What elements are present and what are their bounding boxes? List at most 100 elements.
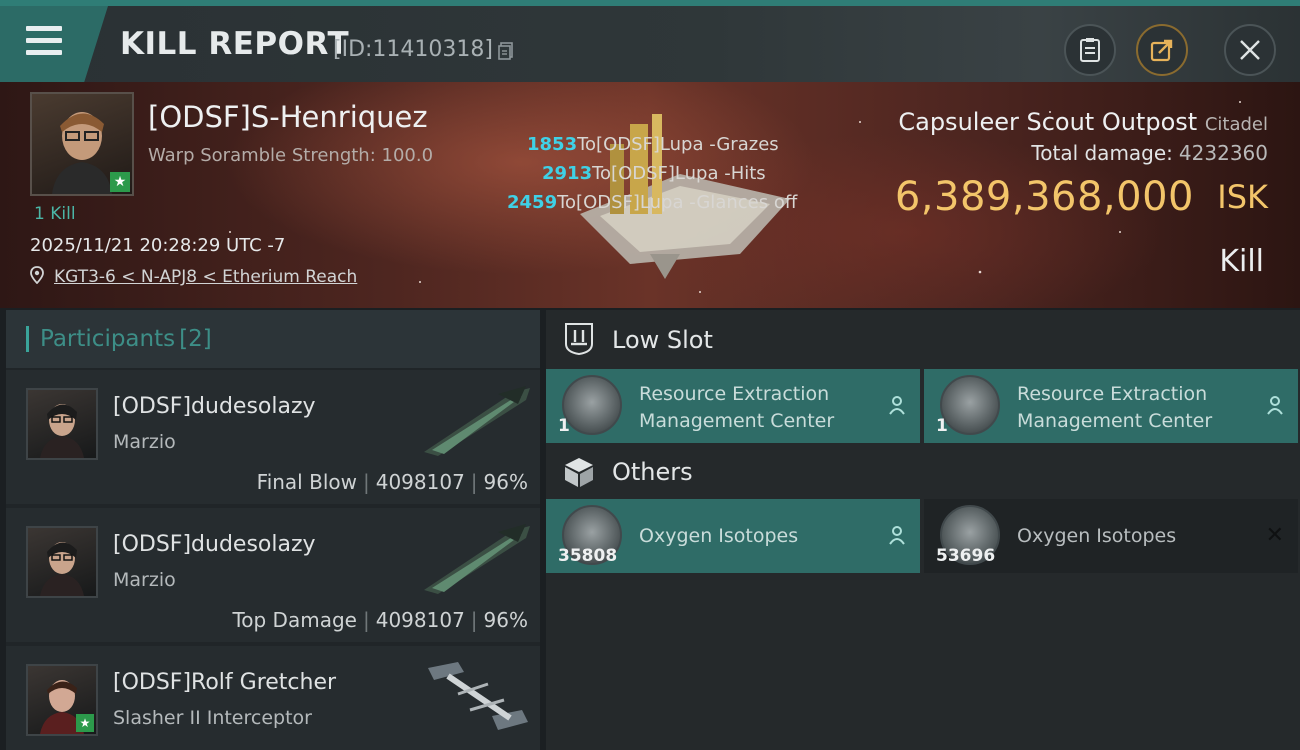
kill-banner: ★ [ODSF]S-Henriquez Warp Soramble Streng… (0, 82, 1300, 308)
avatar[interactable] (26, 388, 98, 460)
item-quantity: 35808 (558, 546, 618, 566)
avatar-image (40, 542, 84, 596)
menu-icon (26, 26, 62, 31)
participant-ship: Slasher II Interceptor (113, 707, 312, 729)
target-type: Citadel (1204, 114, 1268, 135)
separator: | (470, 608, 478, 632)
victim-name[interactable]: [ODSF]S-Henriquez (148, 100, 428, 134)
ship-image (424, 386, 530, 456)
participant-row[interactable]: [ODSF]dudesolazy Marzio Top Damage | 40981… (6, 508, 540, 642)
others-title: Others (612, 458, 693, 486)
damage-log-line: 1853To[ODSF]Lupa -Grazes (527, 134, 779, 155)
participants-panel: Participants [2] [ODSF]dudesolazy Marzio … (6, 310, 540, 750)
damage-text: To[ODSF]Lupa -Glances off (557, 192, 798, 213)
module-slot[interactable]: 1 Resource Extraction Management Center (924, 369, 1298, 443)
target-name[interactable]: Capsuleer Scout Outpost Citadel (898, 108, 1268, 136)
low-slot-title: Low Slot (612, 326, 713, 354)
pilot-icon (1267, 396, 1283, 415)
share-icon (1150, 39, 1173, 62)
module-slot[interactable]: 1 Resource Extraction Management Center (546, 369, 920, 443)
share-button[interactable] (1136, 24, 1188, 76)
module-icon (562, 375, 622, 435)
pilot-icon (889, 396, 905, 415)
menu-button[interactable] (0, 6, 108, 82)
fitting-panel: Low Slot 1 Resource Extraction Managemen… (546, 310, 1300, 750)
participants-header[interactable]: Participants [2] (6, 310, 540, 368)
clipboard-button[interactable] (1064, 24, 1116, 76)
ship-image (428, 662, 528, 730)
copy-icon[interactable] (498, 42, 514, 60)
avatar[interactable] (26, 526, 98, 598)
kill-count: 1 Kill (34, 204, 76, 224)
star-icon: ★ (76, 714, 94, 732)
item-name: Oxygen Isotopes (1017, 525, 1177, 547)
participant-row[interactable]: ★ [ODSF]Rolf Gretcher Slasher II Interce… (6, 646, 540, 750)
module-icon (940, 375, 1000, 435)
total-damage-value: 4232360 (1178, 141, 1268, 165)
participants-label: Participants [2] (40, 326, 212, 352)
victim-portrait[interactable]: ★ (30, 92, 134, 196)
location-link[interactable]: KGT3-6 < N-APJ8 < Etherium Reach (54, 267, 357, 287)
participant-percent: 96% (483, 608, 528, 632)
damage-amount: 1853 (527, 134, 578, 155)
participant-stats: Final Blow | 4098107 | 96% (257, 470, 528, 494)
clipboard-icon (1080, 38, 1100, 62)
star-icon: ★ (110, 172, 130, 192)
module-name: Resource Extraction Management Center (639, 383, 835, 432)
cargo-slot[interactable]: 35808 Oxygen Isotopes (546, 499, 920, 573)
cargo-box-icon (565, 458, 593, 487)
isk-label: ISK (1217, 178, 1268, 216)
module-quantity: 1 (936, 416, 948, 436)
participant-percent: 96% (483, 470, 528, 494)
total-damage-label: Total damage: (1031, 141, 1173, 165)
participant-damage: 4098107 (375, 608, 465, 632)
warp-scramble-strength: Warp Soramble Strength: 100.0 (148, 145, 434, 166)
separator: | (470, 470, 478, 494)
pilot-icon (889, 526, 905, 545)
participant-row[interactable]: [ODSF]dudesolazy Marzio Final Blow | 40981… (6, 370, 540, 504)
header-accent (26, 326, 29, 352)
result-label: Kill (1219, 244, 1264, 279)
close-button[interactable] (1224, 24, 1276, 76)
module-name: Resource Extraction Management Center (1017, 383, 1213, 432)
kill-datetime: 2025/11/21 20:28:29 UTC -7 (30, 235, 286, 256)
target-name-text: Capsuleer Scout Outpost (898, 108, 1198, 136)
isk-value: 6,389,368,000 (894, 174, 1194, 220)
separator: | (362, 608, 370, 632)
page-title: KILL REPORT (120, 26, 350, 62)
participant-name[interactable]: [ODSF]dudesolazy (113, 394, 316, 419)
destroyed-icon: ✕ (1265, 523, 1284, 548)
ship-image (424, 524, 530, 594)
participant-role: Top Damage (232, 608, 357, 632)
damage-amount: 2913 (542, 163, 593, 184)
total-damage: Total damage: 4232360 (1031, 141, 1268, 165)
damage-log-line: 2459To[ODSF]Lupa -Glances off (507, 192, 797, 213)
separator: | (362, 470, 370, 494)
damage-text: To[ODSF]Lupa -Grazes (577, 134, 779, 155)
participant-name[interactable]: [ODSF]Rolf Gretcher (113, 670, 336, 695)
avatar-image (40, 404, 84, 458)
item-quantity: 53696 (936, 546, 996, 566)
header-bar: KILL REPORT [ID:11410318] (0, 0, 1300, 82)
participant-stats: Top Damage | 4098107 | 96% (232, 608, 528, 632)
participant-damage: 4098107 (375, 470, 465, 494)
damage-log-line: 2913To[ODSF]Lupa -Hits (542, 163, 766, 184)
participant-ship: Marzio (113, 569, 176, 591)
location-pin-icon (30, 266, 44, 284)
menu-icon-bar (26, 50, 62, 55)
participant-role: Final Blow (256, 470, 357, 494)
avatar[interactable]: ★ (26, 664, 98, 736)
participant-name[interactable]: [ODSF]dudesolazy (113, 532, 316, 557)
item-name: Oxygen Isotopes (639, 525, 799, 547)
participant-ship: Marzio (113, 431, 176, 453)
participants-title: Participants (40, 326, 176, 352)
menu-icon-bar (26, 38, 62, 43)
module-quantity: 1 (558, 416, 570, 436)
participants-count: [2] (179, 326, 212, 352)
damage-amount: 2459 (507, 192, 558, 213)
cargo-slot[interactable]: 53696 Oxygen Isotopes ✕ (924, 499, 1298, 573)
low-slot-icon (565, 323, 593, 356)
report-id: [ID:11410318] (333, 37, 493, 62)
close-icon (1240, 40, 1260, 60)
damage-text: To[ODSF]Lupa -Hits (592, 163, 766, 184)
